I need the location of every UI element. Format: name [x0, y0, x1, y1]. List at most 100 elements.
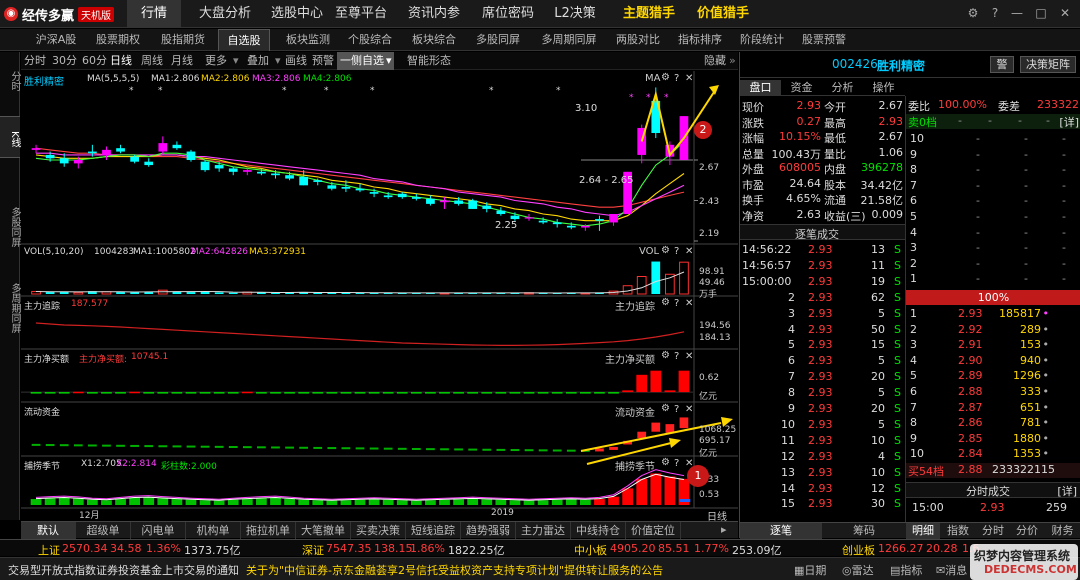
net-buy-bar[interactable] — [650, 370, 662, 393]
flow-bar[interactable] — [510, 449, 520, 452]
right-bottom-tab-1[interactable]: 筹码 — [822, 523, 906, 539]
season-bar[interactable] — [87, 499, 98, 505]
candle[interactable] — [609, 214, 618, 226]
season-bar[interactable] — [565, 499, 577, 505]
flow-bar[interactable] — [355, 447, 365, 450]
indicator-tab-2[interactable]: 闪电单 — [131, 522, 186, 539]
flow-bar[interactable] — [144, 445, 154, 448]
net-buy-bar[interactable] — [523, 392, 535, 394]
net-buy-bar[interactable] — [171, 392, 183, 394]
volume-bar[interactable] — [228, 292, 238, 294]
news-left[interactable]: 交易型开放式指数证券投资基金上市交易的通知 — [8, 562, 239, 578]
net-buy-bar[interactable] — [565, 392, 577, 394]
flow-bar[interactable] — [552, 449, 562, 452]
radar-button[interactable]: ◎雷达 — [842, 562, 874, 578]
season-bar[interactable] — [44, 498, 56, 505]
period-tab-2[interactable]: 60分 — [82, 52, 107, 70]
flow-bar[interactable] — [242, 446, 252, 449]
season-bar[interactable] — [101, 500, 112, 505]
flow-bar[interactable] — [454, 448, 463, 451]
flow-bar[interactable] — [271, 446, 280, 449]
candle[interactable] — [524, 214, 534, 221]
candle[interactable] — [200, 160, 210, 172]
season-bar[interactable] — [636, 478, 648, 505]
flow-bar[interactable] — [440, 448, 449, 451]
sub-tab-8[interactable]: 多周期同屏 — [532, 29, 606, 51]
hide-panel-button[interactable]: 隐藏 — [704, 52, 726, 70]
flow-bar[interactable] — [88, 444, 97, 447]
season-bar[interactable] — [129, 497, 141, 505]
candle[interactable] — [102, 146, 111, 161]
season-bar[interactable] — [523, 500, 535, 505]
sell-head-detail[interactable]: [详] — [1059, 114, 1079, 130]
net-buy-bar[interactable] — [368, 392, 380, 394]
right-bottom-tab-6[interactable]: 财务 — [1044, 523, 1080, 539]
right-tab-3[interactable]: 操作 — [863, 80, 904, 96]
season-bar[interactable] — [30, 499, 42, 505]
season-bar[interactable] — [410, 500, 422, 505]
sub-tab-0[interactable]: 沪深A股 — [26, 29, 86, 51]
flow-bar[interactable] — [327, 447, 337, 450]
top-menu-item-1[interactable]: 大盘分析 — [190, 0, 260, 28]
season-bar[interactable] — [551, 499, 563, 505]
hide-arrow-icon[interactable]: » — [729, 52, 736, 70]
right-tab-1[interactable]: 资金 — [781, 80, 822, 96]
volume-bar[interactable] — [45, 292, 55, 294]
net-buy-bar[interactable] — [30, 392, 42, 394]
sub-tab-12[interactable]: 股票预警 — [794, 29, 854, 51]
season-bar[interactable] — [256, 498, 267, 505]
net-buy-bar[interactable] — [425, 392, 436, 394]
vol-close-icon[interactable]: ✕ — [685, 246, 693, 257]
focus-dropdown-icon[interactable]: ▾ — [384, 52, 394, 70]
volume-bar[interactable] — [636, 276, 647, 295]
indicator-tab-8[interactable]: 趋势强弱 — [461, 522, 516, 539]
candle[interactable] — [116, 144, 125, 154]
season-bar[interactable] — [143, 497, 155, 505]
flow-bar[interactable] — [158, 445, 168, 448]
candle[interactable] — [552, 219, 562, 228]
flow-bar[interactable] — [397, 447, 407, 450]
vol-help-icon[interactable]: ? — [674, 246, 679, 257]
flow-bar[interactable] — [299, 446, 309, 449]
flow-gear-icon[interactable]: ⚙ — [661, 403, 670, 414]
season-bar[interactable] — [340, 500, 352, 505]
flow-bar[interactable] — [45, 444, 55, 447]
volume-bar[interactable] — [665, 273, 675, 295]
net-buy-bar[interactable] — [678, 370, 690, 393]
flow-bar[interactable] — [186, 445, 196, 448]
sub-tab-5[interactable]: 个股综合 — [340, 29, 400, 51]
flow-bar[interactable] — [468, 448, 478, 451]
volume-bar[interactable] — [186, 292, 196, 294]
net-buy-bar[interactable] — [551, 392, 563, 394]
net-buy-bar[interactable] — [396, 392, 408, 394]
season-help-icon[interactable]: ? — [674, 458, 679, 469]
flow-bar[interactable] — [369, 447, 379, 450]
season-bar[interactable] — [664, 476, 676, 506]
flow-bar[interactable] — [73, 444, 83, 447]
candle[interactable] — [440, 197, 449, 209]
flow-bar[interactable] — [172, 445, 182, 448]
right-bottom-tab-4[interactable]: 分时 — [976, 523, 1010, 539]
track-close-icon[interactable]: ✕ — [685, 298, 693, 309]
season-bar[interactable] — [396, 500, 408, 505]
track-help-icon[interactable]: ? — [674, 298, 679, 309]
net-buy-bar[interactable] — [622, 390, 633, 393]
volume-bar[interactable] — [200, 291, 210, 294]
close-icon[interactable]: ✕ — [1056, 4, 1074, 22]
sub-tab-2[interactable]: 股指期货 — [152, 29, 214, 51]
flow-bar[interactable] — [130, 444, 140, 447]
right-bottom-tab-5[interactable]: 分价 — [1010, 523, 1044, 539]
season-bar[interactable] — [227, 499, 239, 505]
flow-bar[interactable] — [214, 445, 224, 448]
maximize-icon[interactable]: □ — [1032, 4, 1050, 22]
season-bar[interactable] — [298, 499, 310, 505]
flow-bar[interactable] — [566, 449, 576, 452]
indicator-tab-9[interactable]: 主力雷达 — [516, 522, 571, 539]
indicator-tab-7[interactable]: 短线追踪 — [406, 522, 461, 539]
net-buy-bar[interactable] — [72, 391, 84, 394]
vol-gear-icon[interactable]: ⚙ — [661, 245, 670, 256]
season-bar[interactable] — [185, 499, 197, 505]
candle[interactable] — [158, 136, 168, 155]
candle[interactable] — [228, 166, 238, 176]
net-buy-bar[interactable] — [199, 392, 211, 394]
